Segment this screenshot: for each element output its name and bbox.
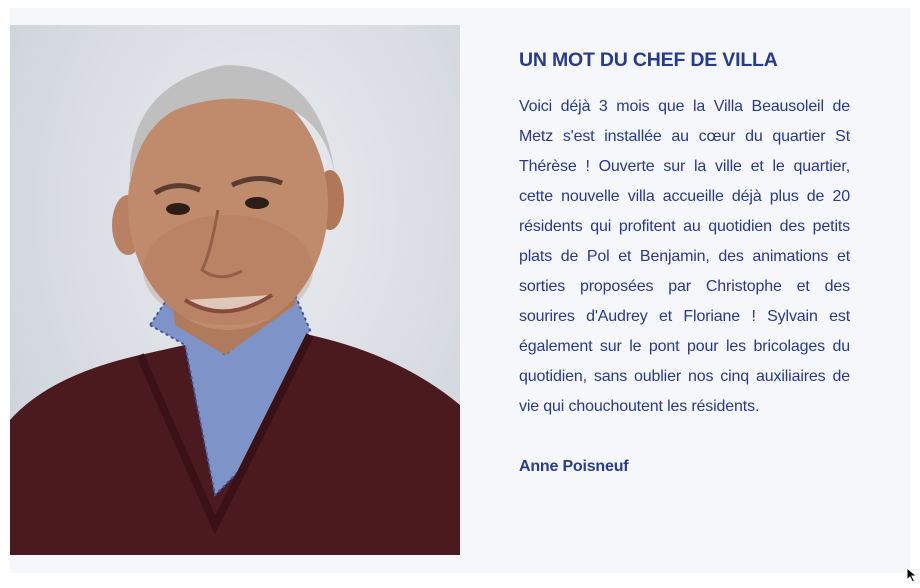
chef-message-text: UN MOT DU CHEF DE VILLA Voici déjà 3 moi…: [519, 44, 850, 482]
portrait-illustration: [10, 65, 460, 555]
mouse-pointer-icon: [906, 566, 918, 588]
message-body: Voici déjà 3 mois que la Villa Beausolei…: [519, 98, 850, 415]
signature-name: Anne Poisneuf: [519, 458, 629, 475]
section-heading: UN MOT DU CHEF DE VILLA: [519, 49, 778, 71]
chef-portrait-photo: [10, 25, 460, 555]
